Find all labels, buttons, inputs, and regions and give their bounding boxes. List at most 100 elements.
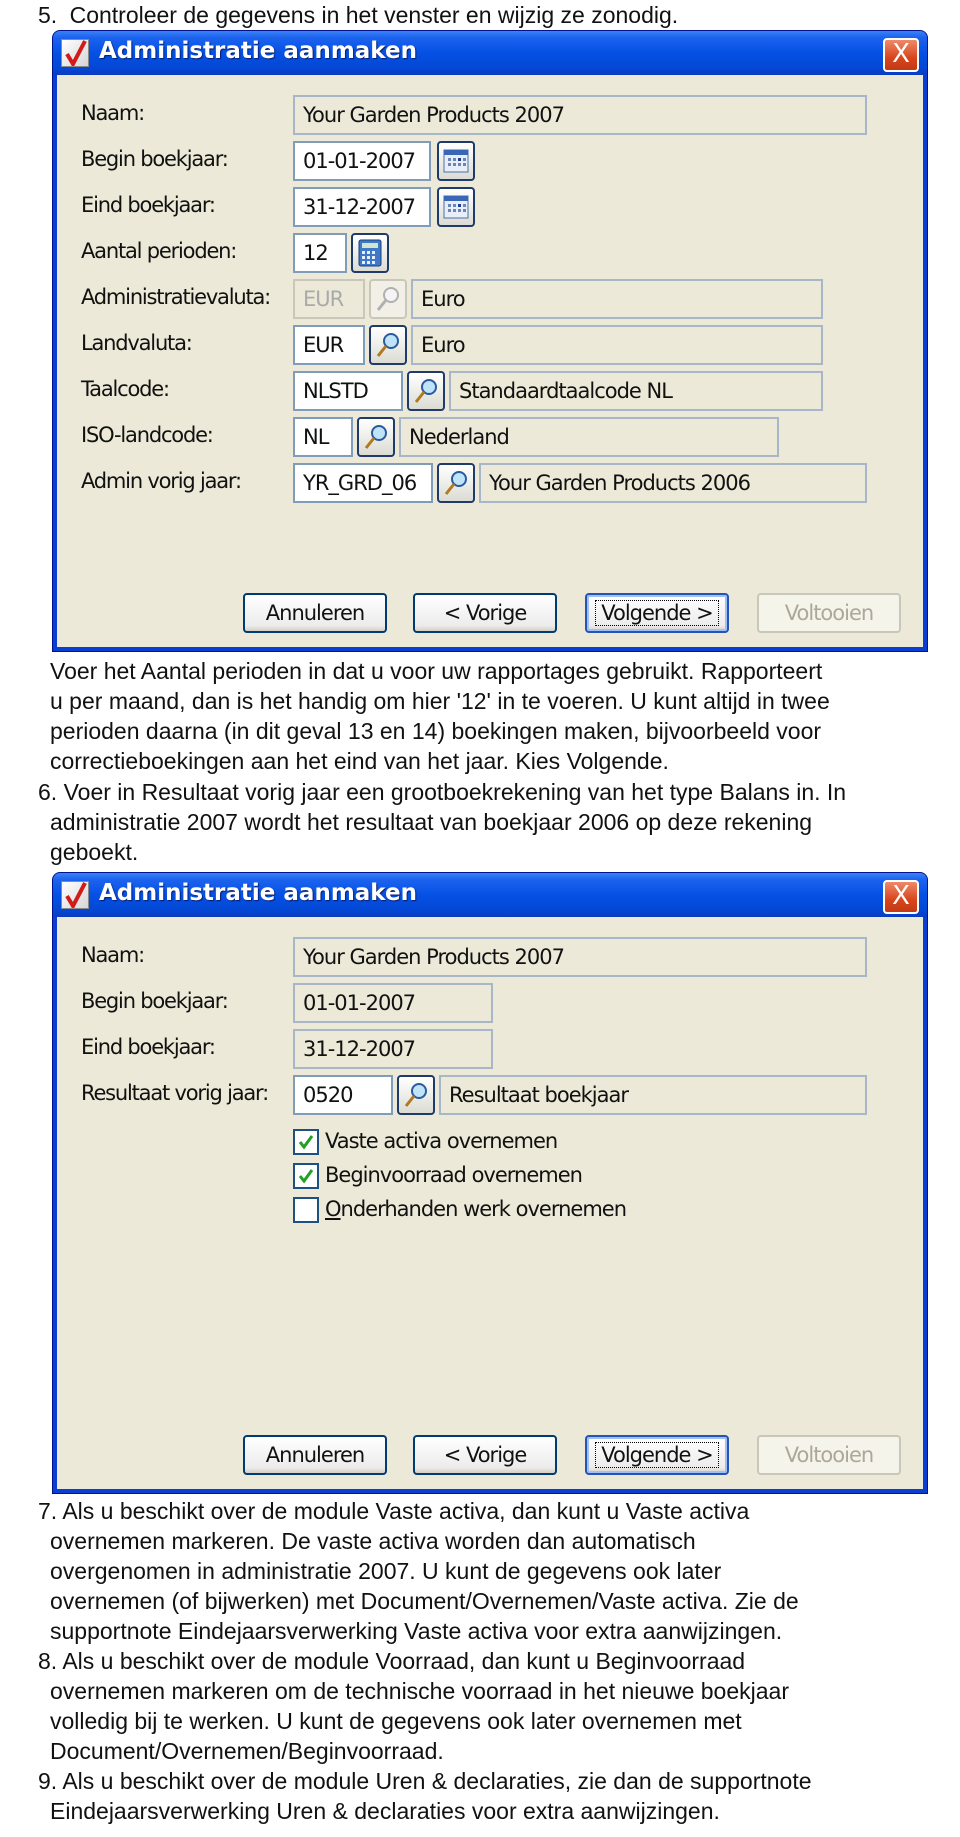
label-eind-boekjaar: Eind boekjaar: (81, 193, 216, 217)
magnifier-icon (404, 1083, 427, 1107)
annuleren-label: Annuleren (265, 1443, 365, 1467)
calculator-icon (358, 239, 382, 267)
dialog-client-area: Naam: Your Garden Products 2007 Begin bo… (57, 75, 923, 647)
checkbox-beginvoorraad[interactable] (293, 1163, 319, 1189)
naam-field[interactable]: Your Garden Products 2007 (293, 95, 867, 135)
text-line: Als u beschikt over de module Uren & dec… (62, 1768, 812, 1794)
checkbox-label-onderhanden-werk[interactable]: Onderhanden werk overnemen (325, 1197, 627, 1221)
label-naam: Naam: (81, 943, 145, 967)
text-line: overnemen markeren om de technische voor… (50, 1678, 789, 1704)
vorige-label: < Vorige (443, 1443, 528, 1467)
app-check-icon (61, 39, 89, 67)
landvaluta-desc-field: Euro (411, 325, 823, 365)
volgende-button[interactable]: Volgende > (585, 1435, 729, 1475)
label-taalcode: Taalcode: (81, 377, 170, 401)
voltooien-button: Voltooien (757, 1435, 901, 1475)
aantal-perioden-field[interactable]: 12 (293, 233, 347, 273)
checkbox-vaste-activa[interactable] (293, 1129, 319, 1155)
close-button[interactable]: X (883, 38, 919, 72)
magnifier-icon (414, 379, 437, 403)
administratievaluta-desc-field: Euro (411, 279, 823, 319)
iso-landcode-desc-field: Nederland (399, 417, 779, 457)
step-7: 7. Als u beschikt over de module Vaste a… (38, 1496, 958, 1646)
voltooien-button: Voltooien (757, 593, 901, 633)
eind-boekjaar-field[interactable]: 31-12-2007 (293, 187, 431, 227)
app-check-icon (61, 881, 89, 909)
lookup-button-admin-vorig-jaar[interactable] (437, 463, 475, 503)
volgende-label: Volgende > (595, 1442, 719, 1468)
text-line: volledig bij te werken. U kunt de gegeve… (50, 1708, 742, 1734)
annuleren-button[interactable]: Annuleren (243, 1435, 387, 1475)
lookup-button-administratievaluta (369, 279, 407, 319)
vorige-button[interactable]: < Vorige (413, 1435, 557, 1475)
title-bar[interactable]: Administratie aanmaken X (53, 873, 927, 917)
step-5-heading: 5. Controleer de gegevens in het venster… (38, 0, 958, 30)
naam-field: Your Garden Products 2007 (293, 937, 867, 977)
step-number: 5. (38, 2, 58, 28)
calendar-button-begin[interactable] (437, 141, 475, 181)
step-text: Controleer de gegevens in het venster en… (69, 2, 679, 28)
admin-vorig-jaar-field[interactable]: YR_GRD_06 (293, 463, 433, 503)
title-bar[interactable]: Administratie aanmaken X (53, 31, 927, 75)
iso-landcode-field[interactable]: NL (293, 417, 353, 457)
step-number: 9. (38, 1768, 58, 1794)
lookup-button-landvaluta[interactable] (369, 325, 407, 365)
calendar-button-eind[interactable] (437, 187, 475, 227)
checkmark-icon (298, 1169, 314, 1184)
label-resultaat-vorig-jaar: Resultaat vorig jaar: (81, 1081, 269, 1105)
text-line: Voer het Aantal perioden in dat u voor u… (50, 658, 823, 684)
resultaat-vorig-jaar-field[interactable]: 0520 (293, 1075, 393, 1115)
text-line: Als u beschikt over de module Vaste acti… (62, 1498, 750, 1524)
text-line: perioden daarna (in dit geval 13 en 14) … (50, 718, 822, 744)
label-admin-vorig-jaar: Admin vorig jaar: (81, 469, 242, 493)
label-aantal-perioden: Aantal perioden: (81, 239, 237, 263)
label-eind-boekjaar: Eind boekjaar: (81, 1035, 216, 1059)
vorige-button[interactable]: < Vorige (413, 593, 557, 633)
dialog-administratie-aanmaken-2: Administratie aanmaken X Naam: Your Gard… (52, 872, 928, 1494)
voltooien-label: Voltooien (784, 601, 874, 625)
text-line: Voer in Resultaat vorig jaar een grootbo… (63, 779, 847, 805)
volgende-button[interactable]: Volgende > (585, 593, 729, 633)
close-button[interactable]: X (883, 880, 919, 914)
label-begin-boekjaar: Begin boekjaar: (81, 989, 229, 1013)
text-line: Eindejaarsverwerking Uren & declaraties … (50, 1798, 720, 1824)
label-landvaluta: Landvaluta: (81, 331, 193, 355)
lookup-button-resultaat[interactable] (397, 1075, 435, 1115)
checkbox-label-vaste-activa[interactable]: Vaste activa overnemen (325, 1129, 558, 1153)
text-line: Document/Overnemen/Beginvoorraad. (50, 1738, 444, 1764)
magnifier-icon (376, 287, 399, 311)
admin-vorig-jaar-desc-field: Your Garden Products 2006 (479, 463, 867, 503)
dialog-title: Administratie aanmaken (99, 880, 417, 906)
calendar-icon (443, 149, 469, 173)
text-line: overnemen markeren. De vaste activa word… (50, 1528, 696, 1554)
annuleren-button[interactable]: Annuleren (243, 593, 387, 633)
text-line: geboekt. (50, 839, 139, 865)
magnifier-icon (444, 471, 467, 495)
calculator-button[interactable] (351, 233, 389, 273)
step-number: 7. (38, 1498, 58, 1524)
begin-boekjaar-field: 01-01-2007 (293, 983, 493, 1023)
taalcode-code-field[interactable]: NLSTD (293, 371, 403, 411)
taalcode-desc-field: Standaardtaalcode NL (449, 371, 823, 411)
landvaluta-code-field[interactable]: EUR (293, 325, 365, 365)
dialog-client-area: Naam: Your Garden Products 2007 Begin bo… (57, 917, 923, 1489)
checkbox-label-beginvoorraad[interactable]: Beginvoorraad overnemen (325, 1163, 583, 1187)
text-line: supportnote Eindejaarsverwerking Vaste a… (50, 1618, 783, 1644)
magnifier-icon (376, 333, 399, 357)
text-line: Als u beschikt over de module Voorraad, … (62, 1648, 746, 1674)
label-naam: Naam: (81, 101, 145, 125)
text-line: u per maand, dan is het handig om hier '… (50, 688, 830, 714)
text-line: overnemen (of bijwerken) met Document/Ov… (50, 1588, 799, 1614)
volgende-label: Volgende > (595, 600, 719, 626)
lookup-button-iso-landcode[interactable] (357, 417, 395, 457)
text-line: administratie 2007 wordt het resultaat v… (50, 809, 813, 835)
step-9: 9. Als u beschikt over de module Uren & … (38, 1766, 958, 1826)
lookup-button-taalcode[interactable] (407, 371, 445, 411)
checkbox-onderhanden-werk[interactable] (293, 1197, 319, 1223)
checkmark-icon (298, 1135, 314, 1150)
calendar-icon (443, 195, 469, 219)
administratievaluta-code-field: EUR (293, 279, 365, 319)
label-iso-landcode: ISO-landcode: (81, 423, 214, 447)
begin-boekjaar-field[interactable]: 01-01-2007 (293, 141, 431, 181)
vorige-label: < Vorige (443, 601, 528, 625)
